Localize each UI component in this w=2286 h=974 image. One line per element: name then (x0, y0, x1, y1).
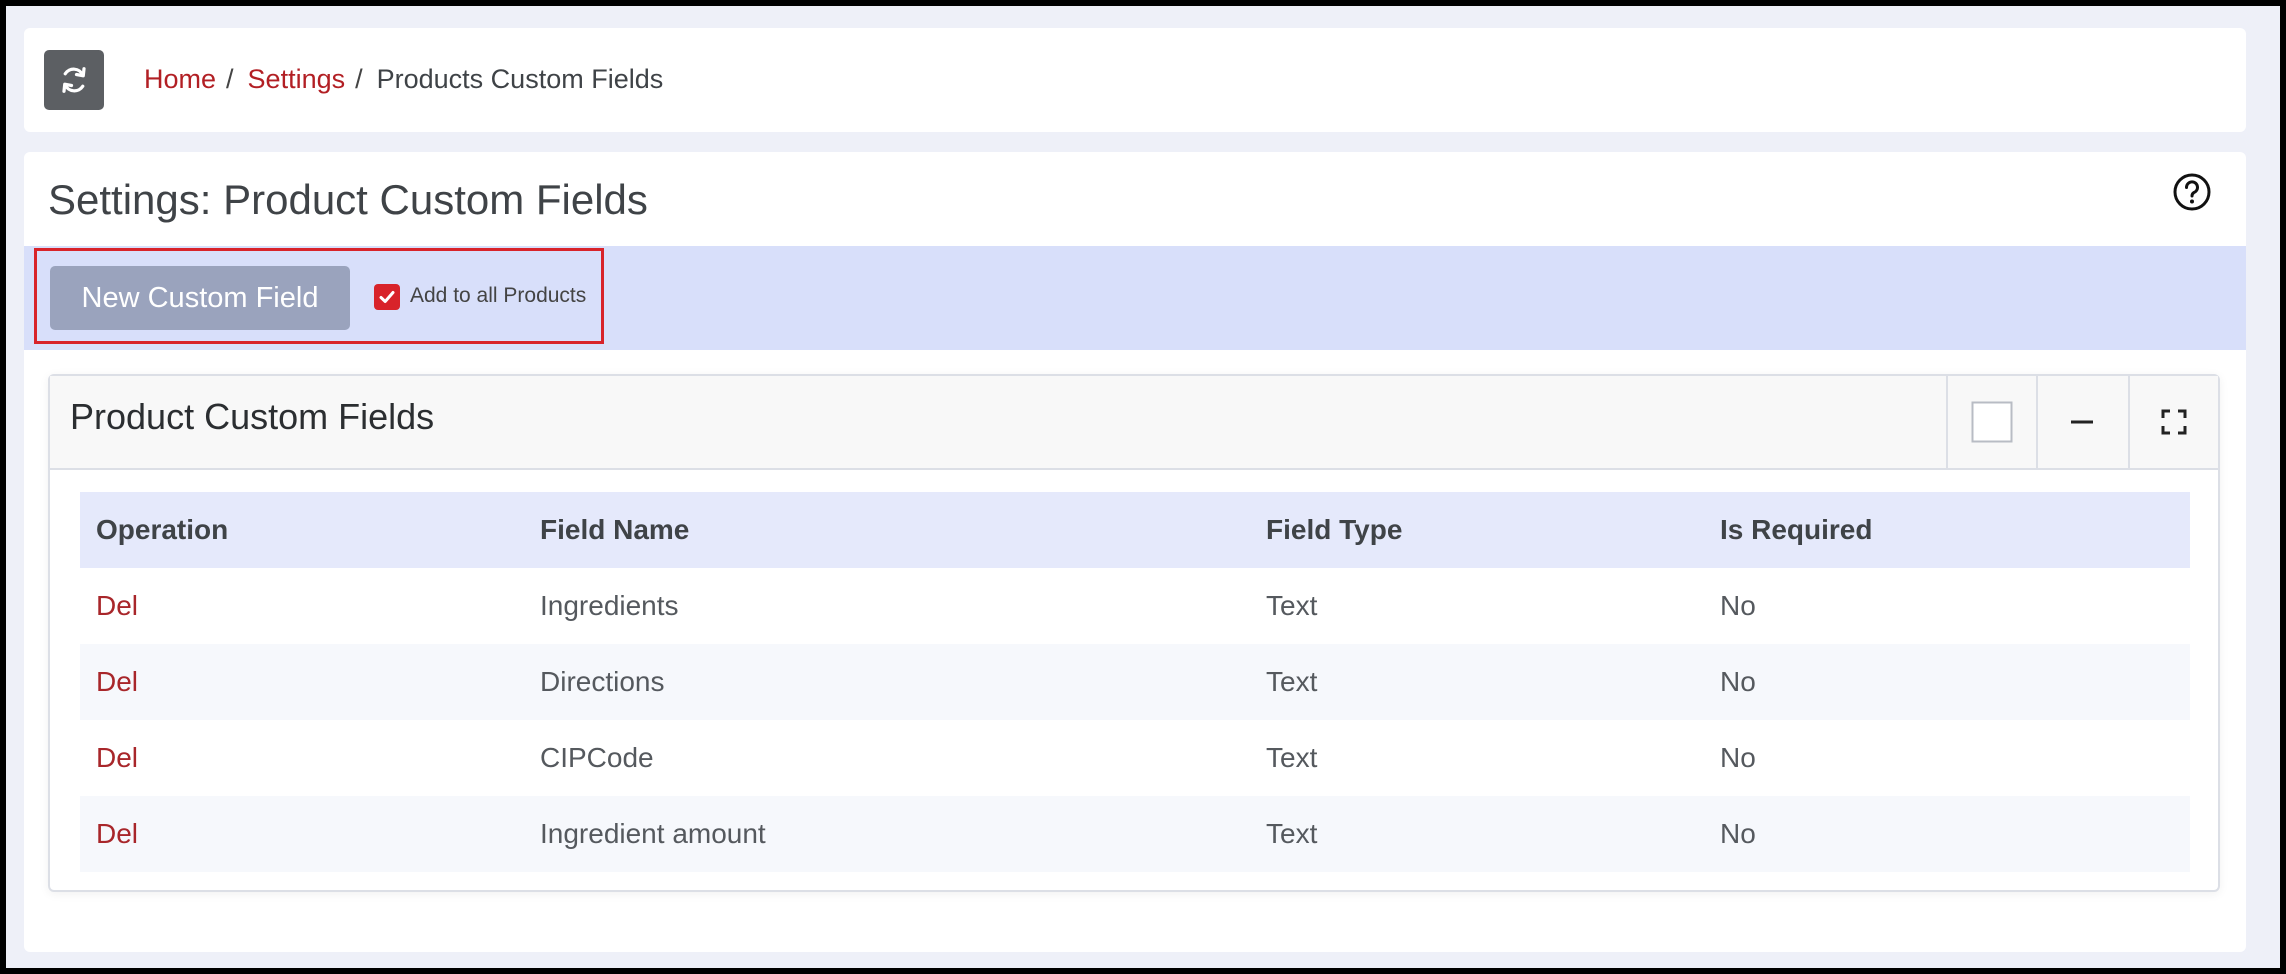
table-header-row: Operation Field Name Field Type Is Requi… (80, 492, 2190, 568)
expand-icon (2161, 409, 2187, 435)
field-type-cell: Text (1266, 590, 1318, 621)
refresh-icon (62, 67, 86, 93)
table-row: Del CIPCode Text No (80, 720, 2190, 796)
field-name-cell: CIPCode (540, 742, 654, 773)
card-header: Product Custom Fields (50, 376, 2218, 470)
fullscreen-button[interactable] (2128, 376, 2218, 468)
field-type-cell: Text (1250, 796, 1704, 872)
field-name-cell: Ingredients (540, 590, 679, 621)
custom-fields-card: Product Custom Fields Operation Field Na… (48, 374, 2220, 892)
refresh-button[interactable] (44, 50, 104, 110)
breadcrumb: Home / Settings / Products Custom Fields (144, 64, 663, 95)
field-type-cell: Text (1266, 742, 1318, 773)
column-header-operation: Operation (80, 492, 524, 568)
is-required-cell: No (1704, 796, 2190, 872)
card-title: Product Custom Fields (70, 396, 435, 437)
is-required-cell: No (1720, 742, 1756, 773)
column-header-field-name: Field Name (524, 492, 1250, 568)
custom-fields-table-wrap: Operation Field Name Field Type Is Requi… (80, 492, 2190, 872)
collapse-button[interactable] (2036, 376, 2126, 468)
delete-link[interactable]: Del (96, 666, 138, 697)
breadcrumb-separator: / (226, 64, 234, 94)
field-name-cell: Ingredient amount (524, 796, 1250, 872)
delete-link[interactable]: Del (96, 742, 138, 773)
table-row: Del Ingredient amount Text No (80, 796, 2190, 872)
table-row: Del Ingredients Text No (80, 568, 2190, 644)
delete-link[interactable]: Del (96, 590, 138, 621)
custom-fields-table: Operation Field Name Field Type Is Requi… (80, 492, 2190, 872)
square-icon (1971, 401, 2013, 443)
minus-icon (2071, 420, 2093, 424)
is-required-cell: No (1704, 644, 2190, 720)
field-type-cell: Text (1250, 644, 1704, 720)
delete-link[interactable]: Del (96, 818, 138, 849)
breadcrumb-settings-link[interactable]: Settings (248, 64, 346, 95)
breadcrumb-home-link[interactable]: Home (144, 64, 216, 95)
help-icon[interactable] (2172, 172, 2212, 212)
is-required-cell: No (1720, 590, 1756, 621)
checkmark-icon (379, 291, 395, 303)
select-toggle-button[interactable] (1946, 376, 2036, 468)
column-header-field-type: Field Type (1250, 492, 1704, 568)
add-to-all-products-checkbox[interactable] (374, 284, 400, 310)
breadcrumb-separator: / (355, 64, 363, 94)
main-panel: Settings: Product Custom Fields New Cust… (24, 152, 2246, 952)
action-toolbar (24, 246, 2246, 350)
top-bar: Home / Settings / Products Custom Fields (24, 28, 2246, 132)
page-title: Settings: Product Custom Fields (48, 176, 648, 223)
column-header-is-required: Is Required (1704, 492, 2190, 568)
new-custom-field-button[interactable]: New Custom Field (50, 266, 350, 330)
table-row: Del Directions Text No (80, 644, 2190, 720)
field-name-cell: Directions (524, 644, 1250, 720)
breadcrumb-current: Products Custom Fields (376, 64, 664, 94)
add-to-all-products-label[interactable]: Add to all Products (410, 284, 586, 308)
